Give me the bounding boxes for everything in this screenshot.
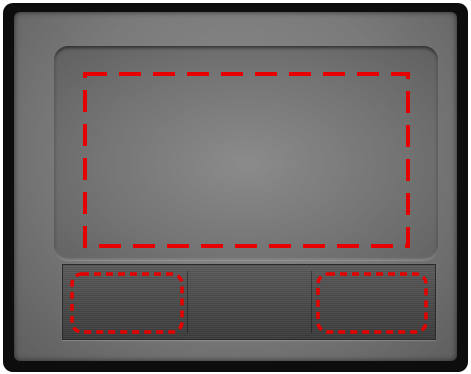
touch-area-highlight [83, 72, 410, 248]
left-button-outline [70, 272, 184, 334]
right-button-highlight [316, 272, 428, 334]
right-button-outline [316, 272, 428, 334]
touchpad-photo [0, 0, 471, 374]
button-divider [187, 271, 188, 333]
button-divider [311, 271, 312, 333]
left-button-highlight [70, 272, 184, 334]
touch-area-outline [83, 72, 410, 248]
